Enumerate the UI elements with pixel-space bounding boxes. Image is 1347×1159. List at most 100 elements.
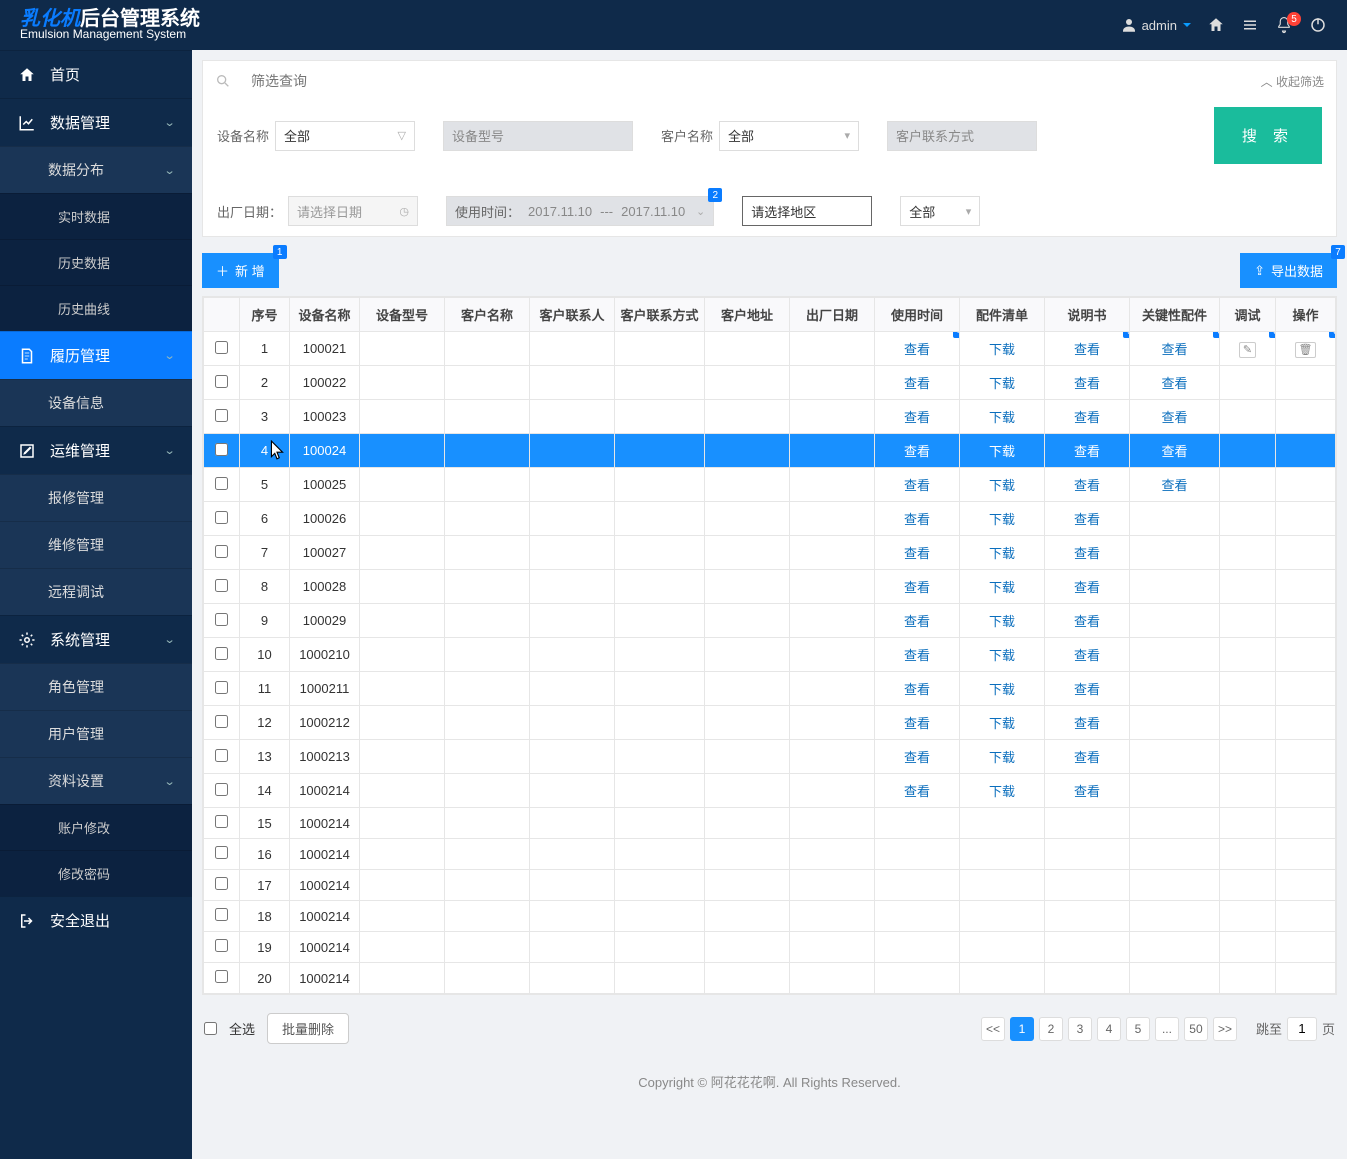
- row-checkbox[interactable]: [215, 375, 228, 388]
- view-parts-link[interactable]: 查看: [904, 750, 930, 765]
- view-parts-link[interactable]: 查看: [904, 614, 930, 629]
- download-manual-link[interactable]: 下载: [989, 410, 1015, 425]
- sidebar-item[interactable]: 报修管理: [0, 474, 192, 521]
- delete-icon[interactable]: 🗑: [1295, 342, 1317, 358]
- notifications-button[interactable]: 5: [1275, 16, 1293, 34]
- sidebar-item[interactable]: 设备信息: [0, 379, 192, 426]
- view-parts-link[interactable]: 查看: [904, 512, 930, 527]
- select-all-checkbox[interactable]: [204, 1022, 217, 1035]
- filter-search-input[interactable]: [247, 69, 1249, 93]
- row-checkbox[interactable]: [215, 783, 228, 796]
- menu-button[interactable]: [1241, 16, 1259, 34]
- sidebar-item[interactable]: 修改密码: [0, 850, 192, 896]
- edit-icon[interactable]: ✎: [1239, 342, 1256, 358]
- sidebar-item[interactable]: 账户修改: [0, 804, 192, 850]
- download-manual-link[interactable]: 下载: [989, 716, 1015, 731]
- download-manual-link[interactable]: 下载: [989, 376, 1015, 391]
- export-button[interactable]: ⇪导出数据 7: [1240, 253, 1337, 288]
- sidebar-item[interactable]: 资料设置⌄: [0, 757, 192, 804]
- jump-page-input[interactable]: [1287, 1017, 1317, 1041]
- row-checkbox[interactable]: [215, 647, 228, 660]
- view-debug-link[interactable]: 查看: [1161, 410, 1187, 425]
- row-checkbox[interactable]: [215, 846, 228, 859]
- sidebar-item[interactable]: 数据管理⌄: [0, 98, 192, 146]
- row-checkbox[interactable]: [215, 681, 228, 694]
- sidebar-item[interactable]: 用户管理: [0, 710, 192, 757]
- view-key-link[interactable]: 查看: [1074, 478, 1100, 493]
- row-checkbox[interactable]: [215, 715, 228, 728]
- sidebar-item[interactable]: 维修管理: [0, 521, 192, 568]
- user-menu[interactable]: admin: [1120, 16, 1191, 34]
- view-parts-link[interactable]: 查看: [904, 478, 930, 493]
- view-key-link[interactable]: 查看: [1074, 342, 1100, 357]
- row-checkbox[interactable]: [215, 579, 228, 592]
- sidebar-item[interactable]: 运维管理⌄: [0, 426, 192, 474]
- row-checkbox[interactable]: [215, 815, 228, 828]
- power-button[interactable]: [1309, 16, 1327, 34]
- view-debug-link[interactable]: 查看: [1161, 444, 1187, 459]
- view-parts-link[interactable]: 查看: [904, 376, 930, 391]
- page-button[interactable]: 1: [1010, 1017, 1034, 1041]
- view-parts-link[interactable]: 查看: [904, 580, 930, 595]
- device-model-filter[interactable]: 设备型号: [443, 121, 633, 151]
- view-key-link[interactable]: 查看: [1074, 648, 1100, 663]
- view-key-link[interactable]: 查看: [1074, 614, 1100, 629]
- add-button[interactable]: ＋新 增 1: [202, 253, 279, 288]
- sidebar-item[interactable]: 首页: [0, 50, 192, 98]
- page-button[interactable]: <<: [981, 1017, 1005, 1041]
- row-checkbox[interactable]: [215, 511, 228, 524]
- search-button[interactable]: 搜 索: [1214, 107, 1322, 164]
- view-key-link[interactable]: 查看: [1074, 444, 1100, 459]
- customer-filter[interactable]: 客户名称 全部▾: [661, 121, 859, 151]
- download-manual-link[interactable]: 下载: [989, 784, 1015, 799]
- sidebar-item[interactable]: 历史曲线: [0, 285, 192, 331]
- row-checkbox[interactable]: [215, 877, 228, 890]
- view-key-link[interactable]: 查看: [1074, 410, 1100, 425]
- sidebar-item[interactable]: 履历管理⌄: [0, 331, 192, 379]
- use-date-filter[interactable]: 使用时间： 2017.11.10 --- 2017.11.10 ⌄ 2: [446, 196, 714, 226]
- view-parts-link[interactable]: 查看: [904, 444, 930, 459]
- download-manual-link[interactable]: 下载: [989, 444, 1015, 459]
- row-checkbox[interactable]: [215, 939, 228, 952]
- row-checkbox[interactable]: [215, 409, 228, 422]
- page-button[interactable]: 4: [1097, 1017, 1121, 1041]
- row-checkbox[interactable]: [215, 749, 228, 762]
- view-key-link[interactable]: 查看: [1074, 716, 1100, 731]
- sidebar-item[interactable]: 数据分布⌄: [0, 146, 192, 193]
- view-parts-link[interactable]: 查看: [904, 342, 930, 357]
- sidebar-item[interactable]: 远程调试: [0, 568, 192, 615]
- download-manual-link[interactable]: 下载: [989, 614, 1015, 629]
- row-checkbox[interactable]: [215, 908, 228, 921]
- view-key-link[interactable]: 查看: [1074, 750, 1100, 765]
- contact-filter[interactable]: 客户联系方式: [887, 121, 1037, 151]
- view-parts-link[interactable]: 查看: [904, 648, 930, 663]
- row-checkbox[interactable]: [215, 341, 228, 354]
- view-debug-link[interactable]: 查看: [1161, 478, 1187, 493]
- view-parts-link[interactable]: 查看: [904, 682, 930, 697]
- row-checkbox[interactable]: [215, 443, 228, 456]
- scope-filter[interactable]: 全部▾: [900, 196, 980, 226]
- view-parts-link[interactable]: 查看: [904, 410, 930, 425]
- view-parts-link[interactable]: 查看: [904, 716, 930, 731]
- download-manual-link[interactable]: 下载: [989, 512, 1015, 527]
- view-key-link[interactable]: 查看: [1074, 546, 1100, 561]
- download-manual-link[interactable]: 下载: [989, 750, 1015, 765]
- view-key-link[interactable]: 查看: [1074, 376, 1100, 391]
- view-key-link[interactable]: 查看: [1074, 682, 1100, 697]
- view-key-link[interactable]: 查看: [1074, 512, 1100, 527]
- sidebar-item[interactable]: 系统管理⌄: [0, 615, 192, 663]
- sidebar-item[interactable]: 安全退出: [0, 896, 192, 944]
- view-debug-link[interactable]: 查看: [1161, 376, 1187, 391]
- view-parts-link[interactable]: 查看: [904, 546, 930, 561]
- page-button[interactable]: ...: [1155, 1017, 1179, 1041]
- view-key-link[interactable]: 查看: [1074, 580, 1100, 595]
- home-button[interactable]: [1207, 16, 1225, 34]
- batch-delete-button[interactable]: 批量删除: [267, 1013, 349, 1044]
- sidebar-item[interactable]: 角色管理: [0, 663, 192, 710]
- download-manual-link[interactable]: 下载: [989, 546, 1015, 561]
- collapse-filter-toggle[interactable]: ︿ 收起筛选: [1261, 73, 1324, 90]
- view-key-link[interactable]: 查看: [1074, 784, 1100, 799]
- sidebar-item[interactable]: 实时数据: [0, 193, 192, 239]
- download-manual-link[interactable]: 下载: [989, 342, 1015, 357]
- page-button[interactable]: >>: [1213, 1017, 1237, 1041]
